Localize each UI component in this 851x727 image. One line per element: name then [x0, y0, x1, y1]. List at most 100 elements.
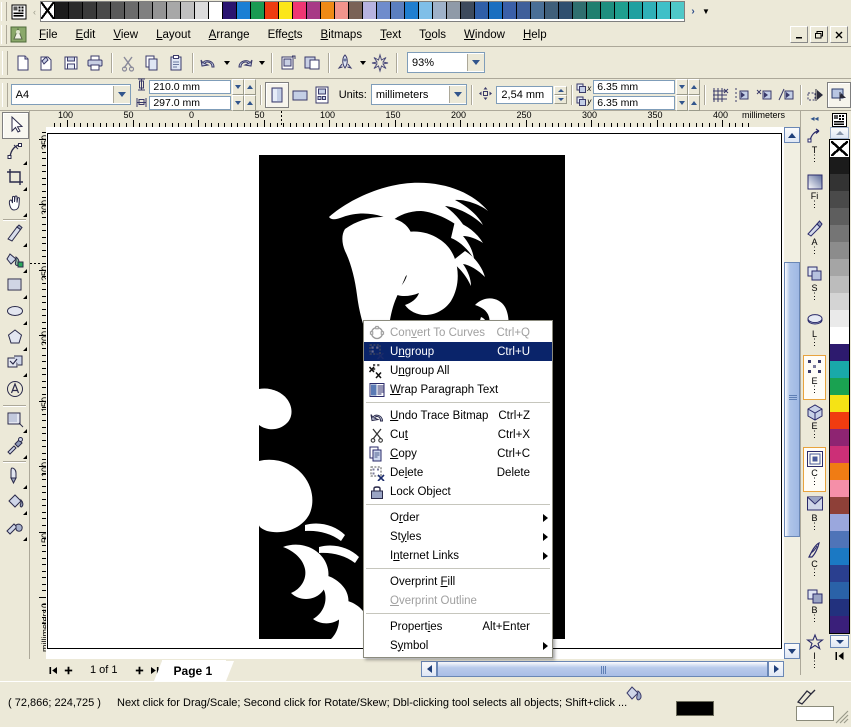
scroll-down-button[interactable] — [784, 643, 800, 659]
pan-tool[interactable] — [2, 192, 27, 217]
palette-color-orange[interactable] — [830, 463, 849, 480]
palette-color-no-fill[interactable] — [830, 140, 849, 157]
flyout-arrow-icon[interactable] — [23, 295, 27, 299]
swatch-color[interactable] — [335, 2, 349, 19]
minimize-button[interactable] — [790, 26, 808, 43]
export-icon[interactable] — [300, 51, 324, 75]
swatch-color[interactable] — [559, 2, 573, 19]
flyout-arrow-icon[interactable] — [23, 187, 27, 191]
palette-color-steel-blue[interactable] — [830, 531, 849, 548]
swatch-color[interactable] — [377, 2, 391, 19]
context-menu[interactable]: Convert To CurvesCtrl+QUngroupCtrl+UUngr… — [363, 320, 553, 658]
context-menu-item-delete[interactable]: DeleteDelete — [364, 463, 552, 482]
swatch-color[interactable] — [657, 2, 671, 19]
swatch-no-fill[interactable] — [41, 2, 55, 19]
launcher-dropdown-arrow-icon[interactable] — [357, 51, 368, 75]
docker-object-manager[interactable]: T⋮ — [803, 125, 826, 170]
menu-effects[interactable]: Effects — [259, 26, 312, 44]
flyout-arrow-icon[interactable] — [23, 537, 27, 541]
swatch-color[interactable] — [363, 2, 377, 19]
open-folder-icon[interactable] — [35, 51, 59, 75]
menu-arrange[interactable]: Arrange — [200, 26, 259, 44]
docker-shaping[interactable]: S⋮ — [803, 263, 826, 308]
copy-icon[interactable] — [140, 51, 164, 75]
dynamic-guide-icon[interactable] — [775, 83, 797, 107]
context-menu-item-ungroup[interactable]: UngroupCtrl+U — [364, 342, 552, 361]
palette-color-pink[interactable] — [830, 480, 849, 497]
palette-color-indigo[interactable] — [830, 616, 849, 633]
swatch-color[interactable] — [195, 2, 209, 19]
flyout-arrow-icon[interactable] — [23, 321, 27, 325]
resize-grip[interactable] — [835, 710, 849, 724]
page-width-field[interactable]: 210.0 mm — [149, 80, 231, 94]
swatch-color[interactable] — [489, 2, 503, 19]
swatch-color[interactable] — [671, 2, 684, 19]
swatch-color[interactable] — [55, 2, 69, 19]
swatch-color[interactable] — [405, 2, 419, 19]
vertical-scroll-thumb[interactable] — [784, 262, 800, 537]
menu-help[interactable]: Help — [514, 26, 556, 44]
restore-button[interactable] — [810, 26, 828, 43]
new-page-icon[interactable] — [11, 51, 35, 75]
swatch-color[interactable] — [461, 2, 475, 19]
swatch-color[interactable] — [251, 2, 265, 19]
undo-arrow-icon[interactable] — [197, 51, 221, 75]
context-menu-item-undo-trace-bitmap[interactable]: Undo Trace BitmapCtrl+Z — [364, 406, 552, 425]
redo-arrow-icon[interactable] — [232, 51, 256, 75]
horizontal-scrollbar[interactable] — [421, 661, 784, 677]
swatch-color[interactable] — [167, 2, 181, 19]
palette-color-70-black[interactable] — [830, 208, 849, 225]
palette-scroll-up-button[interactable] — [830, 127, 849, 139]
duplicate-y-up-button[interactable] — [688, 95, 700, 111]
swatch-color[interactable] — [573, 2, 587, 19]
smart-fill-tool[interactable] — [2, 248, 27, 273]
context-menu-item-ungroup-all[interactable]: Ungroup All — [364, 361, 552, 380]
close-button[interactable] — [830, 26, 848, 43]
palette-color-30-black[interactable] — [830, 276, 849, 293]
docker-artistic-media[interactable]: A⋮ — [803, 217, 826, 262]
palette-color-40-black[interactable] — [830, 259, 849, 276]
zoom-level-combo[interactable]: 93% — [407, 52, 485, 73]
palette-scroll-left-button[interactable]: ‹ — [29, 2, 40, 21]
docker-calligraphy[interactable]: C⋮ — [803, 539, 826, 584]
nudge-down-button[interactable] — [554, 95, 567, 104]
outline-tool[interactable] — [2, 464, 27, 489]
swatch-color[interactable] — [503, 2, 517, 19]
swatch-color[interactable] — [223, 2, 237, 19]
freehand-tool[interactable] — [2, 222, 27, 247]
interactive-blend-tool[interactable] — [2, 408, 27, 433]
chevron-down-icon[interactable] — [449, 86, 466, 103]
pick-tool[interactable] — [2, 112, 29, 139]
swatch-color[interactable] — [237, 2, 251, 19]
duplicate-x-field[interactable]: 6.35 mm — [593, 80, 675, 94]
swatch-color[interactable] — [265, 2, 279, 19]
context-menu-item-order[interactable]: Order — [364, 508, 552, 527]
docker-collapse-button[interactable]: ◂◂ — [803, 112, 826, 124]
swatch-color[interactable] — [321, 2, 335, 19]
swatch-color[interactable] — [349, 2, 363, 19]
flyout-arrow-icon[interactable] — [23, 511, 27, 515]
chevron-down-icon[interactable] — [467, 54, 484, 71]
menu-text[interactable]: Text — [371, 26, 410, 44]
nudge-up-button[interactable] — [554, 86, 567, 95]
palette-color-yellow[interactable] — [830, 395, 849, 412]
palette-color-80-black[interactable] — [830, 191, 849, 208]
page-width-down-button[interactable] — [232, 79, 244, 95]
palette-icon[interactable] — [11, 4, 27, 20]
palette-color-brick-red[interactable] — [830, 497, 849, 514]
horizontal-scroll-thumb[interactable] — [437, 661, 768, 677]
fill-bucket-icon[interactable] — [625, 685, 645, 703]
swatch-color[interactable] — [545, 2, 559, 19]
docker-blend[interactable]: B⋮ — [803, 493, 826, 538]
swatch-color[interactable] — [139, 2, 153, 19]
context-menu-item-overprint-fill[interactable]: Overprint Fill — [364, 572, 552, 591]
swatch-color[interactable] — [447, 2, 461, 19]
flyout-arrow-icon[interactable] — [23, 269, 27, 273]
context-menu-item-internet-links[interactable]: Internet Links — [364, 546, 552, 565]
swatch-color[interactable] — [391, 2, 405, 19]
shape-edit-tool[interactable] — [2, 140, 27, 165]
docker-insert-symbol[interactable]: I⋮ — [803, 631, 826, 676]
swatch-color[interactable] — [83, 2, 97, 19]
menu-layout[interactable]: Layout — [147, 26, 200, 44]
toolbar-grip[interactable] — [1, 2, 7, 21]
